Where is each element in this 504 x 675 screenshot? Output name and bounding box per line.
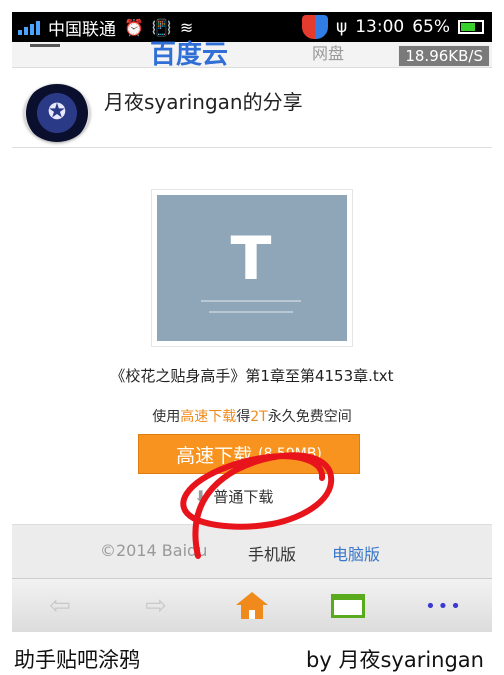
shield-icon	[301, 15, 328, 39]
more-menu-icon[interactable]: •••	[422, 587, 466, 625]
page-footer: ©2014 Baidu 手机版 电脑版	[12, 524, 492, 578]
tabs-icon[interactable]	[326, 587, 370, 625]
promo-highlight-fast: 高速下载	[180, 409, 237, 425]
copyright-text: ©2014 Baidu	[100, 541, 208, 560]
caption-left: 助手贴吧涂鸦	[14, 648, 140, 672]
pentagram-icon: ✪	[47, 100, 67, 125]
status-time: 13:00	[355, 17, 405, 37]
mobile-version-link[interactable]: 手机版	[248, 541, 296, 565]
thumb-letter: T	[230, 224, 272, 294]
battery-icon	[458, 20, 484, 34]
promo-suffix: 永久免费空间	[267, 409, 352, 425]
brand-subtitle: 网盘	[312, 44, 345, 63]
home-icon[interactable]	[230, 587, 274, 625]
caption-strip: 助手贴吧涂鸦 by 月夜syaringan	[0, 632, 504, 675]
file-name: 《校花之贴身高手》第1章至第4153章.txt	[110, 367, 394, 385]
share-title: 月夜syaringan的分享	[104, 90, 303, 114]
fast-download-label: 高速下载	[176, 444, 253, 467]
normal-download-link[interactable]: ⬇ 普通下载	[194, 486, 273, 507]
battery-percent: 65%	[412, 17, 450, 37]
carrier-name: 中国联通	[48, 19, 116, 40]
caption-right: by 月夜syaringan	[306, 648, 484, 672]
promo-text: 使用高速下载得2T永久免费空间	[12, 406, 492, 426]
signal-icon	[18, 19, 40, 35]
promo-prefix: 使用	[152, 409, 181, 425]
forward-arrow-icon[interactable]: ⇨	[134, 587, 178, 625]
share-header: ✪ 月夜syaringan的分享	[12, 68, 492, 148]
download-arrow-icon: ⬇	[194, 487, 208, 506]
fast-download-size: (8.59MB)	[258, 446, 322, 462]
txt-file-icon: T	[157, 195, 347, 341]
alarm-icon: ⏰	[124, 17, 144, 37]
normal-download-label: 普通下载	[213, 488, 274, 506]
app-header: 百度云 网盘 18.96KB/S	[12, 40, 492, 70]
fast-download-button[interactable]: 高速下载 (8.59MB)	[138, 434, 360, 474]
back-arrow-icon[interactable]: ⇦	[38, 587, 82, 625]
promo-highlight-2t: 2T	[250, 409, 268, 425]
pc-version-link[interactable]: 电脑版	[332, 541, 380, 565]
share-panel: ✪ 月夜syaringan的分享 T 《校花之贴身高手》第1章至第4153章.t…	[12, 68, 492, 524]
promo-mid: 得	[236, 409, 251, 425]
usb-icon: ψ	[335, 17, 348, 37]
menu-icon[interactable]	[30, 42, 60, 47]
file-thumbnail[interactable]: T	[151, 189, 353, 347]
avatar[interactable]: ✪	[24, 84, 90, 142]
brand-logo[interactable]: 百度云	[150, 34, 228, 71]
browser-navbar: ⇦ ⇨ •••	[12, 578, 492, 632]
status-bar: 中国联通 ⏰ 📳 ≋ ψ 13:00 65%	[12, 12, 492, 42]
speed-indicator: 18.96KB/S	[398, 45, 490, 67]
